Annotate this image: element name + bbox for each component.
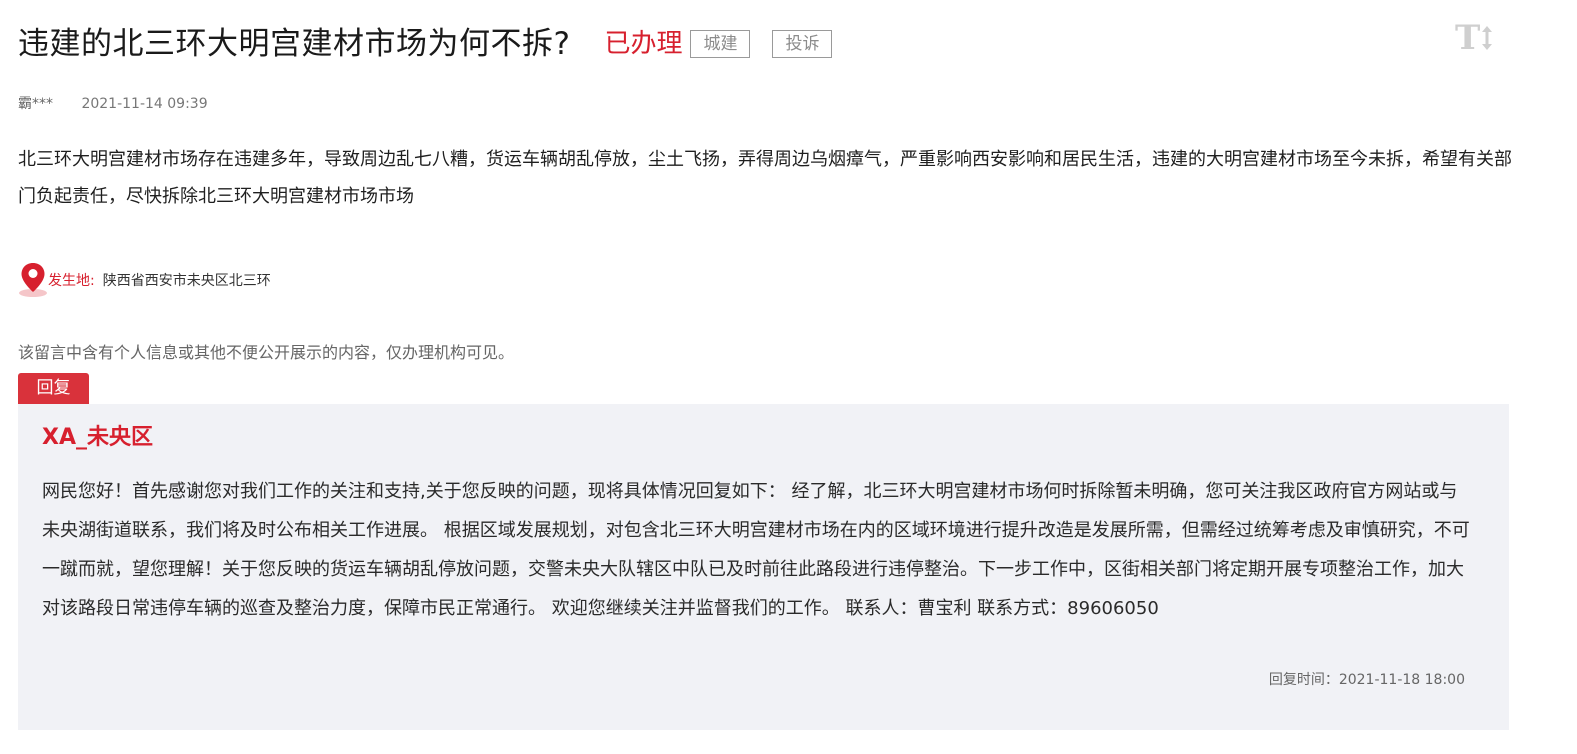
location-pin-icon (19, 263, 47, 297)
location-value: 陕西省西安市未央区北三环 (102, 273, 271, 289)
author-name: 霸*** (18, 96, 53, 112)
message-body: 北三环大明宫建材市场存在违建多年，导致周边乱七八糟，货运车辆胡乱停放，尘土飞扬，… (18, 149, 1512, 207)
post-meta: 霸*** 2021-11-14 09:39 (18, 94, 208, 114)
font-size-toggle-icon[interactable]: T (1455, 20, 1497, 56)
header: 违建的北三环大明宫建材市场为何不拆? 已办理 城建 投诉 (18, 22, 833, 66)
reply-tab[interactable]: 回复 (18, 373, 89, 404)
post-date: 2021-11-14 09:39 (81, 96, 208, 112)
reply-body: 网民您好！首先感谢您对我们工作的关注和支持,关于您反映的问题，现将具体情况回复如… (42, 481, 1470, 619)
location-label: 发生地: (48, 273, 95, 289)
reply-panel: XA_未央区 网民您好！首先感谢您对我们工作的关注和支持,关于您反映的问题，现将… (18, 404, 1509, 730)
reply-time: 回复时间：2021-11-18 18:00 (1268, 672, 1465, 688)
status-label: 已办理 (604, 29, 683, 59)
location-row: 发生地: 陕西省西安市未央区北三环 (18, 262, 271, 298)
tag-urban-construction[interactable]: 城建 (690, 30, 751, 58)
page-title: 违建的北三环大明宫建材市场为何不拆? (18, 26, 571, 62)
reply-organization: XA_未央区 (42, 425, 153, 450)
tag-complaint[interactable]: 投诉 (772, 30, 833, 58)
privacy-notice: 该留言中含有个人信息或其他不便公开展示的内容，仅办理机构可见。 (18, 343, 515, 362)
